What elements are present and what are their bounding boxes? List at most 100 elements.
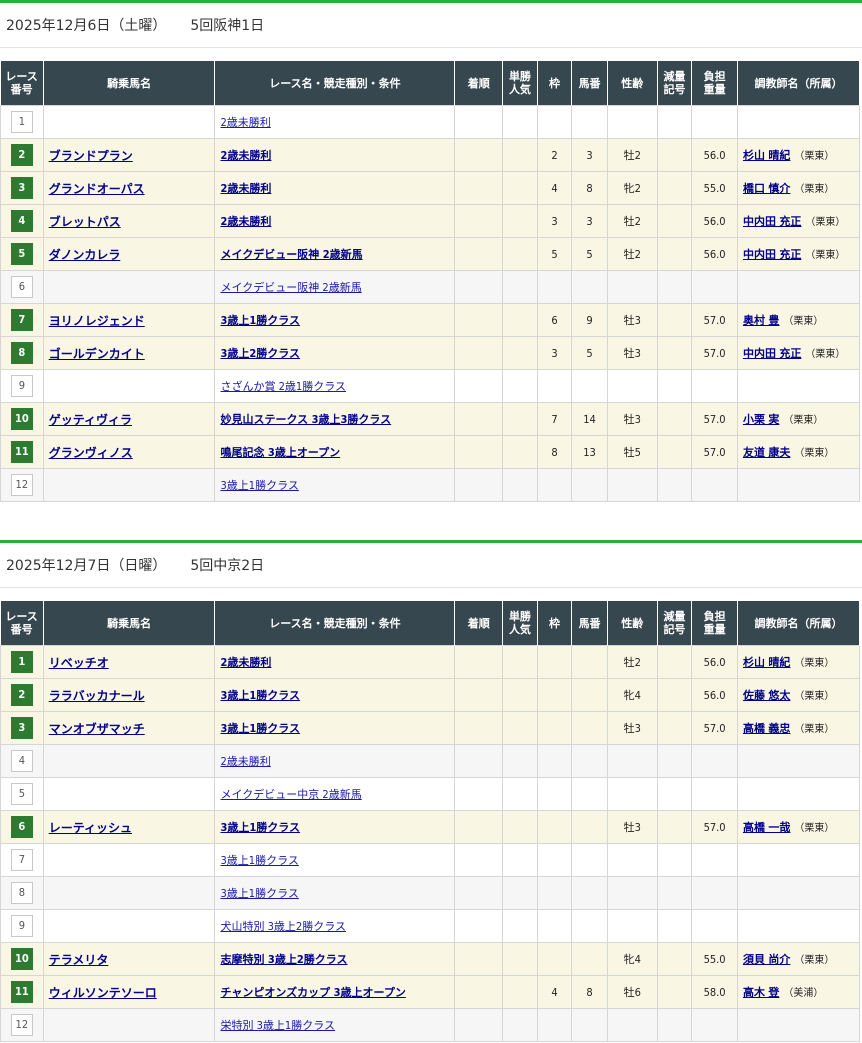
trainer-affiliation: （栗東） [794,955,835,966]
horse-link[interactable]: マンオブザマッチ [49,722,145,736]
horse-name-cell: ブレットパス [42,204,216,238]
cell-waku: 3 [536,204,573,238]
cell-wt: 57.0 [691,810,738,844]
trainer-cell: 橋口 慎介 （栗東） [736,171,861,205]
race-number-badge: 12 [10,474,33,496]
trainer-link[interactable]: 中内田 充正 [743,215,801,228]
horse-name-cell: ヨリノレジェンド [42,303,216,337]
cell-gen [656,402,693,436]
table-row: 3 マンオブザマッチ 3歳上1勝クラス 牡3 57.0 高橋 義忠 （栗東） [0,711,861,745]
cell-wt [691,270,738,304]
cell-gen [656,303,693,337]
table-row: 2 ブランドプラン 2歳未勝利 2 3 牡2 56.0 杉山 晴紀 （栗東） [0,138,861,172]
race-name-cell: メイクデビュー中京 2歳新馬 [214,777,456,811]
race-link[interactable]: 3歳上1勝クラス [220,689,300,702]
horse-link[interactable]: ブランドプラン [49,149,133,163]
horse-link[interactable]: ダノンカレラ [49,248,121,262]
horse-link[interactable]: ゲッティヴィラ [49,413,132,427]
horse-name-cell [42,369,216,403]
race-link[interactable]: 3歳上1勝クラス [220,314,300,327]
cell-pop [502,810,538,844]
cell-gen [656,975,693,1009]
horse-link[interactable]: テラメリタ [49,953,109,967]
horse-name-cell [42,909,216,943]
horse-link[interactable]: ヨリノレジェンド [49,314,145,328]
cell-wt [691,105,738,139]
trainer-link[interactable]: 奥村 豊 [743,314,779,327]
race-name-cell: 2歳未勝利 [214,171,456,205]
cell-sex: 牡2 [606,237,658,271]
race-number-cell: 5 [0,777,44,811]
horse-link[interactable]: レーティッシュ [49,821,132,835]
trainer-link[interactable]: 杉山 晴紀 [743,149,790,162]
cell-place [454,105,504,139]
trainer-cell: 高橋 一哉 （栗東） [736,810,861,844]
trainer-link[interactable]: 佐藤 悠太 [743,689,790,702]
horse-link[interactable]: ララバッカナール [49,689,145,703]
race-link[interactable]: 2歳未勝利 [220,656,271,669]
column-header: 性齢 [607,601,658,646]
race-link[interactable]: 2歳未勝利 [220,149,271,162]
cell-sex: 牝2 [606,171,658,205]
trainer-link[interactable]: 友道 康夫 [743,446,790,459]
trainer-link[interactable]: 小栗 実 [743,413,779,426]
cell-gen [656,1008,693,1042]
race-name-cell: 2歳未勝利 [214,204,456,238]
trainer-cell [736,777,861,811]
race-link[interactable]: 2歳未勝利 [220,755,270,768]
horse-link[interactable]: ゴールデンカイト [49,347,145,361]
race-link[interactable]: チャンピオンズカップ 3歳上オープン [220,986,405,999]
cell-waku: 6 [536,303,573,337]
trainer-link[interactable]: 高木 登 [743,986,779,999]
table-row: 6 レーティッシュ 3歳上1勝クラス 牡3 57.0 高橋 一哉 （栗東） [0,810,861,844]
trainer-link[interactable]: 高橋 一哉 [743,821,790,834]
trainer-cell: 中内田 充正 （栗東） [736,204,861,238]
race-link[interactable]: 鳴尾記念 3歳上オープン [220,446,340,459]
race-link[interactable]: 3歳上1勝クラス [220,821,300,834]
race-link[interactable]: メイクデビュー阪神 2歳新馬 [220,248,362,261]
horse-link[interactable]: グランドオーパス [49,182,145,196]
race-link[interactable]: 栄特別 3歳上1勝クラス [220,1019,335,1032]
race-number-cell: 4 [0,204,44,238]
trainer-link[interactable]: 杉山 晴紀 [743,656,790,669]
table-row: 3 グランドオーパス 2歳未勝利 4 8 牝2 55.0 橋口 慎介 （栗東） [0,171,861,205]
cell-place [454,1008,504,1042]
cell-uma [571,777,608,811]
race-link[interactable]: メイクデビュー阪神 2歳新馬 [220,281,361,294]
cell-gen [656,336,693,370]
race-link[interactable]: 2歳未勝利 [220,215,271,228]
column-header: 負担 重量 [691,601,738,646]
cell-uma [571,942,608,976]
cell-gen [656,369,693,403]
cell-place [454,744,504,778]
horse-name-cell [42,270,216,304]
horse-link[interactable]: ブレットパス [49,215,121,229]
cell-pop [502,843,538,877]
race-number-badge: 4 [10,210,33,232]
trainer-cell [736,1008,861,1042]
race-link[interactable]: さざんか賞 2歳1勝クラス [220,380,346,393]
horse-name-cell: マンオブザマッチ [42,711,216,745]
race-link[interactable]: 3歳上1勝クラス [220,479,298,492]
race-link[interactable]: 2歳未勝利 [220,182,271,195]
horse-link[interactable]: ウィルソンテソーロ [49,986,157,1000]
cell-uma: 9 [571,303,608,337]
trainer-cell [736,369,861,403]
column-header: 調教師名（所属） [737,61,861,106]
trainer-link[interactable]: 中内田 充正 [743,248,801,261]
trainer-link[interactable]: 須貝 尚介 [743,953,790,966]
race-link[interactable]: 志摩特別 3歳上2勝クラス [220,953,347,966]
trainer-link[interactable]: 橋口 慎介 [743,182,790,195]
trainer-link[interactable]: 中内田 充正 [743,347,801,360]
race-link[interactable]: 3歳上1勝クラス [220,722,300,735]
race-link[interactable]: 犬山特別 3歳上2勝クラス [220,920,346,933]
horse-link[interactable]: リベッチオ [49,656,109,670]
race-link[interactable]: 妙見山ステークス 3歳上3勝クラス [220,413,391,426]
horse-link[interactable]: グランヴィノス [49,446,133,460]
race-link[interactable]: 3歳上2勝クラス [220,347,300,360]
race-link[interactable]: 3歳上1勝クラス [220,887,298,900]
race-link[interactable]: 3歳上1勝クラス [220,854,298,867]
race-link[interactable]: 2歳未勝利 [220,116,270,129]
race-link[interactable]: メイクデビュー中京 2歳新馬 [220,788,361,801]
trainer-link[interactable]: 高橋 義忠 [743,722,790,735]
